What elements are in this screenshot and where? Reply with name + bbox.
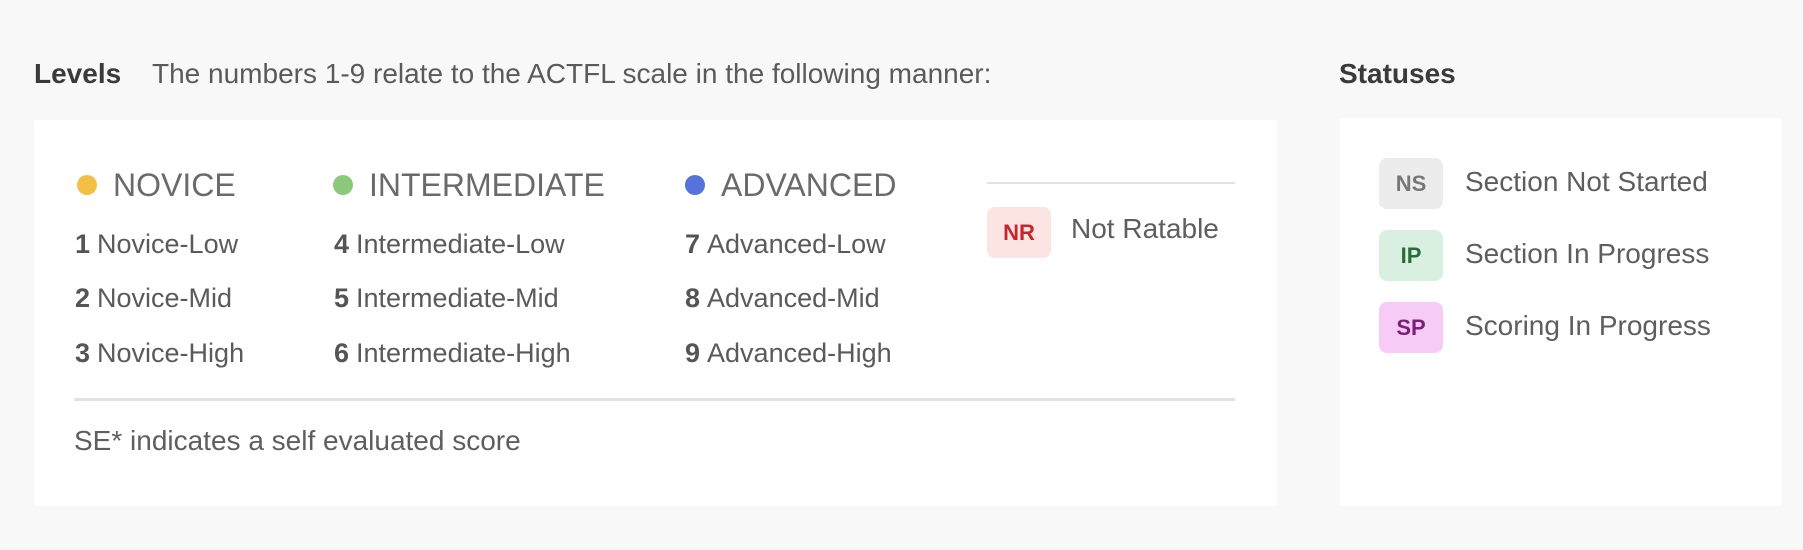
level-group-intermediate: INTERMEDIATE — [333, 165, 605, 205]
levels-divider — [74, 398, 1235, 401]
level-label: Novice-High — [97, 338, 245, 368]
level-item: 2 Novice-Mid — [75, 282, 232, 314]
status-label: Scoring In Progress — [1465, 310, 1711, 341]
advanced-dot-icon — [685, 175, 705, 195]
level-item: 5 Intermediate-Mid — [334, 282, 559, 314]
level-label: Intermediate-High — [356, 338, 571, 368]
level-label: Novice-Mid — [97, 283, 233, 313]
level-group-novice: NOVICE — [77, 165, 236, 205]
not-ratable-divider — [987, 182, 1235, 184]
level-item: 4 Intermediate-Low — [334, 228, 565, 260]
level-item: 3 Novice-High — [75, 337, 244, 369]
status-label: Section In Progress — [1465, 238, 1710, 269]
level-group-name: INTERMEDIATE — [369, 166, 605, 203]
level-item: 8 Advanced-Mid — [685, 282, 880, 314]
level-item: 1 Novice-Low — [75, 228, 238, 260]
level-item: 7 Advanced-Low — [685, 228, 886, 260]
not-ratable-badge: NR — [987, 207, 1051, 258]
level-label: Novice-Low — [97, 229, 239, 259]
level-group-name: ADVANCED — [721, 166, 897, 203]
level-label: Advanced-High — [707, 338, 892, 368]
status-badge-not-started: NS — [1379, 158, 1443, 209]
level-number: 8 — [685, 283, 701, 313]
level-number: 6 — [334, 338, 350, 368]
levels-heading: Levels — [34, 58, 122, 89]
level-label: Advanced-Mid — [707, 283, 880, 313]
level-number: 9 — [685, 338, 701, 368]
self-evaluated-note: SE* indicates a self evaluated score — [74, 425, 521, 456]
level-number: 5 — [334, 283, 350, 313]
level-number: 4 — [334, 229, 350, 259]
status-label: Section Not Started — [1465, 166, 1708, 197]
status-badge-scoring-in-progress: SP — [1379, 302, 1443, 353]
level-label: Intermediate-Mid — [356, 283, 559, 313]
level-number: 2 — [75, 283, 91, 313]
novice-dot-icon — [77, 175, 97, 195]
levels-description: The numbers 1-9 relate to the ACTFL scal… — [152, 58, 992, 89]
level-label: Intermediate-Low — [356, 229, 565, 259]
level-item: 6 Intermediate-High — [334, 337, 571, 369]
intermediate-dot-icon — [333, 175, 353, 195]
level-group-name: NOVICE — [113, 166, 236, 203]
level-item: 9 Advanced-High — [685, 337, 892, 369]
level-group-advanced: ADVANCED — [685, 165, 896, 205]
statuses-heading: Statuses — [1339, 58, 1456, 89]
level-number: 1 — [75, 229, 91, 259]
level-number: 7 — [685, 229, 701, 259]
status-badge-in-progress: IP — [1379, 230, 1443, 281]
not-ratable-label: Not Ratable — [1071, 213, 1219, 244]
level-number: 3 — [75, 338, 91, 368]
level-label: Advanced-Low — [707, 229, 886, 259]
